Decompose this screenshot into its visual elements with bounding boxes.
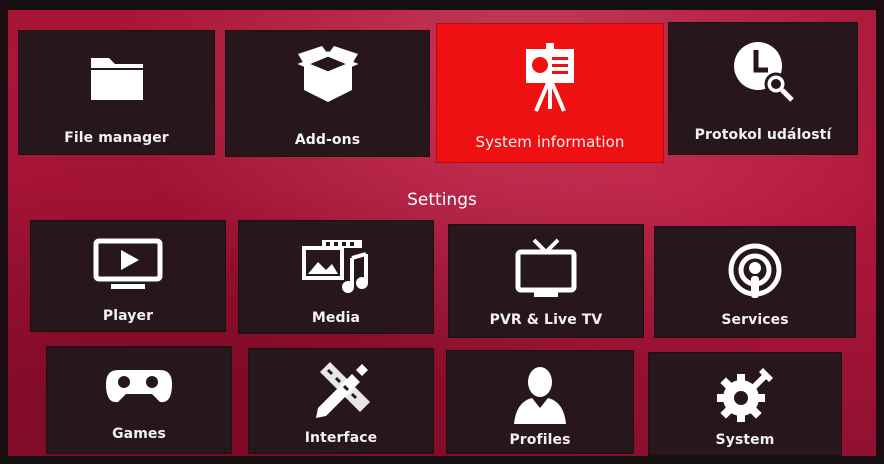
gamepad-icon bbox=[104, 366, 174, 406]
box-icon bbox=[296, 46, 360, 108]
settings-section-title: Settings bbox=[407, 190, 477, 210]
tile-profiles[interactable]: Profiles bbox=[446, 350, 634, 454]
tv-bezel-right bbox=[876, 0, 884, 464]
pencil-ruler-icon bbox=[312, 362, 370, 420]
kodi-settings-screen: File manager Add-ons System information … bbox=[0, 0, 884, 464]
folder-icon bbox=[87, 48, 147, 104]
user-profile-icon bbox=[512, 364, 568, 426]
tile-pvr-live-tv[interactable]: PVR & Live TV bbox=[448, 224, 644, 338]
tile-label: Add-ons bbox=[294, 132, 361, 148]
tile-file-manager[interactable]: File manager bbox=[18, 30, 215, 155]
tile-label: Profiles bbox=[509, 432, 571, 448]
media-film-music-icon bbox=[300, 238, 372, 296]
tile-player[interactable]: Player bbox=[30, 220, 226, 332]
tile-services[interactable]: Services bbox=[654, 226, 856, 338]
tile-system[interactable]: System bbox=[648, 352, 842, 456]
tile-label: Services bbox=[721, 312, 789, 328]
tile-event-log[interactable]: Protokol událostí bbox=[668, 22, 858, 155]
tile-system-information[interactable]: System information bbox=[436, 23, 664, 163]
tile-label: Games bbox=[112, 426, 166, 442]
tile-label: Protokol událostí bbox=[694, 127, 832, 143]
tv-bezel-left bbox=[0, 0, 8, 464]
tile-label: File manager bbox=[64, 130, 169, 146]
tile-label: Player bbox=[102, 308, 154, 324]
gear-wrench-icon bbox=[713, 364, 777, 428]
tv-bezel-top bbox=[0, 0, 884, 10]
tv-antenna-icon bbox=[514, 238, 578, 298]
podcast-broadcast-icon bbox=[725, 242, 785, 302]
tile-add-ons[interactable]: Add-ons bbox=[225, 30, 430, 157]
tile-interface[interactable]: Interface bbox=[248, 348, 434, 454]
player-screen-icon bbox=[93, 238, 163, 290]
tile-label: System information bbox=[475, 133, 625, 151]
tile-media[interactable]: Media bbox=[238, 220, 434, 334]
tile-games[interactable]: Games bbox=[46, 346, 232, 454]
presentation-board-icon bbox=[522, 43, 578, 113]
tile-label: Media bbox=[311, 310, 361, 326]
tile-label: Interface bbox=[304, 430, 378, 446]
tv-bezel-bottom bbox=[0, 456, 884, 464]
tile-label: System bbox=[715, 432, 775, 448]
tile-label: PVR & Live TV bbox=[489, 312, 603, 328]
clock-search-icon bbox=[732, 40, 794, 102]
